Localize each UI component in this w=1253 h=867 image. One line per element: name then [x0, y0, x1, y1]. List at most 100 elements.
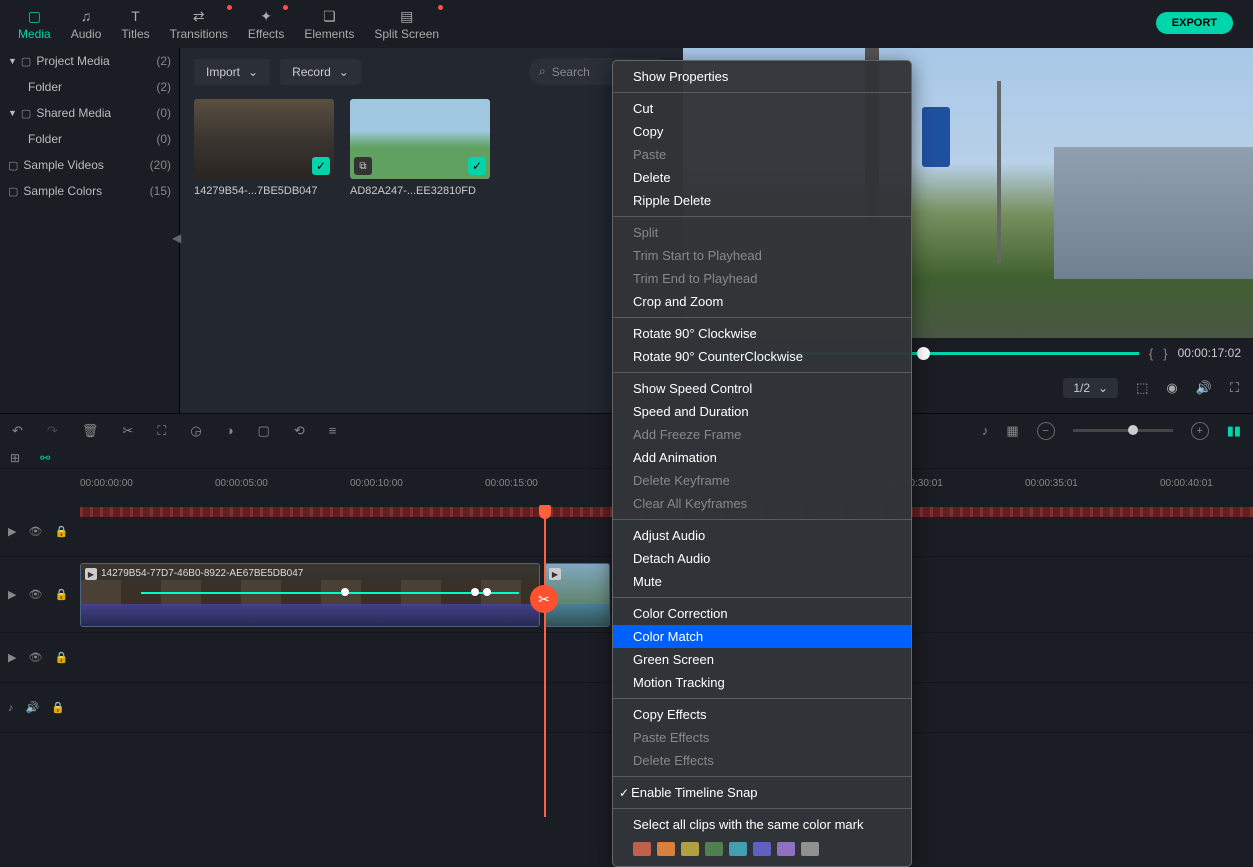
lock-icon[interactable]: 🔒	[54, 651, 68, 664]
context-menu-item[interactable]: Color Match	[613, 625, 911, 648]
speed-icon[interactable]: ◶	[190, 423, 201, 439]
context-menu-item[interactable]: Ripple Delete	[613, 189, 911, 212]
context-menu-item[interactable]: Show Speed Control	[613, 377, 911, 400]
undo-icon[interactable]: ↶	[12, 423, 23, 439]
snap-icon[interactable]: ⊞	[10, 451, 20, 465]
scissors-icon[interactable]: ✂	[530, 585, 558, 613]
context-menu-item[interactable]: Green Screen	[613, 648, 911, 671]
import-dropdown[interactable]: Import ⌄	[194, 59, 270, 85]
settings-icon[interactable]: ≡	[329, 423, 337, 438]
play-icon[interactable]: ▶	[8, 588, 16, 601]
chevron-down-icon: ⌄	[1098, 381, 1108, 395]
context-menu-label: Enable Timeline Snap	[631, 785, 757, 800]
audio-meter-icon[interactable]: ▮▮	[1227, 423, 1241, 439]
media-thumbnail[interactable]: ✓ 14279B54-...7BE5DB047	[194, 99, 334, 197]
context-menu-item[interactable]: Rotate 90° CounterClockwise	[613, 345, 911, 368]
scrub-thumb-icon[interactable]	[917, 347, 930, 360]
screen-box-icon[interactable]: ▢	[258, 423, 270, 439]
eye-icon[interactable]: 👁	[28, 588, 42, 601]
timeline-clip[interactable]: ▶ 14279B54-77D7-46B0-8922-AE67BE5DB047	[80, 563, 540, 627]
color-mark[interactable]	[633, 842, 651, 856]
record-dropdown[interactable]: Record ⌄	[280, 59, 361, 85]
tab-effects[interactable]: ✦ Effects	[238, 3, 294, 45]
media-thumbnail[interactable]: ⧉ ✓ AD82A247-...EE32810FD	[350, 99, 490, 197]
playhead[interactable]: ✂	[544, 507, 546, 817]
zoom-slider[interactable]	[1073, 429, 1173, 432]
sidebar-item-folder[interactable]: Folder (2)	[0, 74, 179, 100]
play-icon[interactable]: ▶	[8, 651, 16, 664]
color-mark[interactable]	[681, 842, 699, 856]
sidebar-item-sample-videos[interactable]: ▢ Sample Videos (20)	[0, 152, 179, 178]
context-menu-item[interactable]: Delete	[613, 166, 911, 189]
fit-icon[interactable]: ⟲	[294, 423, 305, 439]
cut-icon[interactable]: ✂	[122, 423, 133, 439]
color-mark[interactable]	[705, 842, 723, 856]
redo-icon[interactable]: ↷	[47, 423, 58, 439]
search-placeholder: Search	[552, 65, 590, 79]
keyframe-icon[interactable]	[483, 588, 491, 596]
context-menu-item[interactable]: Adjust Audio	[613, 524, 911, 547]
link-icon[interactable]: ⚯	[40, 451, 50, 465]
box-icon[interactable]: ▦	[1006, 423, 1018, 439]
tab-audio[interactable]: ♫ Audio	[61, 3, 112, 45]
lock-icon[interactable]: 🔒	[51, 701, 65, 714]
mark-in-icon[interactable]: {	[1149, 346, 1153, 361]
export-button[interactable]: EXPORT	[1156, 12, 1233, 34]
context-menu-item[interactable]: Mute	[613, 570, 911, 593]
screen-icon[interactable]: ⬚	[1136, 380, 1148, 396]
playhead-head-icon[interactable]	[539, 505, 551, 519]
crop-icon[interactable]: ⛶	[157, 423, 166, 439]
zoom-thumb-icon[interactable]	[1128, 425, 1138, 435]
color-icon[interactable]: ◑	[226, 423, 234, 438]
right-tools: ♪ ▦ − + ▮▮	[982, 422, 1241, 440]
sidebar-item-folder[interactable]: Folder (0)	[0, 126, 179, 152]
play-icon[interactable]: ▶	[8, 525, 16, 538]
preview-scale-dropdown[interactable]: 1/2 ⌄	[1063, 378, 1118, 398]
marker-icon[interactable]: ♪	[982, 423, 989, 438]
context-menu-item[interactable]: Cut	[613, 97, 911, 120]
collapse-panel-icon[interactable]: ◀	[172, 231, 181, 245]
context-menu-item[interactable]: Show Properties	[613, 65, 911, 88]
caret-down-icon: ▼	[8, 56, 17, 66]
mark-out-icon[interactable]: }	[1163, 346, 1167, 361]
lock-icon[interactable]: 🔒	[54, 588, 68, 601]
color-mark[interactable]	[729, 842, 747, 856]
volume-icon[interactable]: 🔊	[1196, 380, 1212, 396]
tab-media[interactable]: ▢ Media	[8, 3, 61, 45]
context-menu-item[interactable]: Rotate 90° Clockwise	[613, 322, 911, 345]
eye-icon[interactable]: 👁	[28, 525, 42, 538]
context-menu-item[interactable]: Add Animation	[613, 446, 911, 469]
context-menu-item[interactable]: ✓Enable Timeline Snap	[613, 781, 911, 804]
delete-icon[interactable]: 🗑	[82, 423, 99, 439]
volume-icon[interactable]: 🔊	[26, 701, 40, 714]
music-icon[interactable]: ♪	[8, 702, 14, 714]
sidebar-item-sample-colors[interactable]: ▢ Sample Colors (15)	[0, 178, 179, 204]
zoom-in-button[interactable]: +	[1191, 422, 1209, 440]
color-mark[interactable]	[777, 842, 795, 856]
tab-transitions[interactable]: ⇄ Transitions	[160, 3, 238, 45]
tab-elements[interactable]: ❏ Elements	[294, 3, 364, 45]
color-mark[interactable]	[801, 842, 819, 856]
context-menu-item[interactable]: Copy Effects	[613, 703, 911, 726]
color-mark[interactable]	[753, 842, 771, 856]
tab-titles[interactable]: T Titles	[111, 3, 159, 45]
sidebar-item-project-media[interactable]: ▼ ▢ Project Media (2)	[0, 48, 179, 74]
sidebar-item-shared-media[interactable]: ▼ ▢ Shared Media (0)	[0, 100, 179, 126]
fullscreen-icon[interactable]: ⛶	[1230, 380, 1239, 396]
color-mark[interactable]	[657, 842, 675, 856]
effects-icon: ✦	[257, 7, 275, 25]
lock-icon[interactable]: 🔒	[54, 525, 68, 538]
keyframe-icon[interactable]	[341, 588, 349, 596]
eye-icon[interactable]: 👁	[28, 651, 42, 664]
snapshot-icon[interactable]: ◉	[1166, 380, 1177, 396]
context-menu-item[interactable]: Speed and Duration	[613, 400, 911, 423]
context-menu-item[interactable]: Crop and Zoom	[613, 290, 911, 313]
zoom-out-button[interactable]: −	[1037, 422, 1055, 440]
keyframe-icon[interactable]	[471, 588, 479, 596]
context-menu-item[interactable]: Select all clips with the same color mar…	[613, 813, 911, 836]
tab-split-screen[interactable]: ▤ Split Screen	[364, 3, 449, 45]
context-menu-item[interactable]: Motion Tracking	[613, 671, 911, 694]
context-menu-item[interactable]: Copy	[613, 120, 911, 143]
context-menu-item[interactable]: Color Correction	[613, 602, 911, 625]
context-menu-item[interactable]: Detach Audio	[613, 547, 911, 570]
